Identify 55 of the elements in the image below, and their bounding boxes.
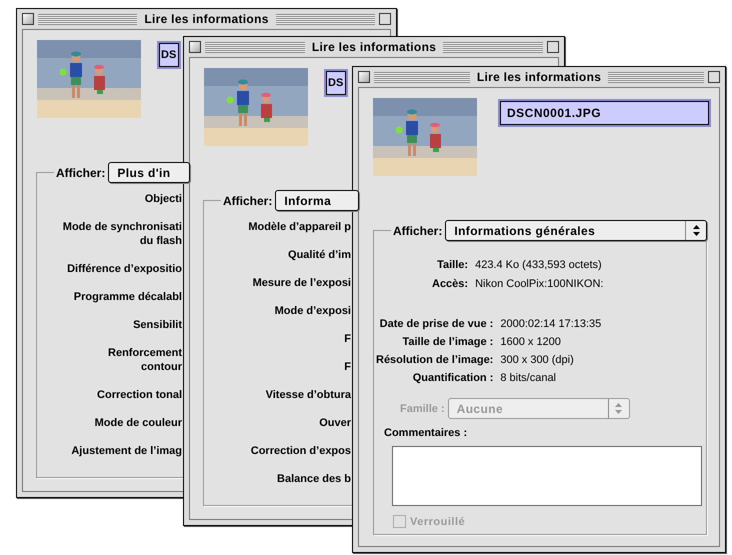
field-label: Résolution de l’image: bbox=[376, 354, 494, 366]
locked-label: Verrouillé bbox=[410, 516, 466, 528]
field-label: Modèle d’appareil p bbox=[247, 220, 352, 235]
field-value: Nikon CoolPix:100NIKON: bbox=[475, 278, 604, 290]
field-label: Ouver bbox=[318, 416, 352, 431]
field-label: Qualité d’im bbox=[287, 248, 352, 263]
display-label: Afficher: bbox=[54, 166, 108, 180]
up-down-arrows-icon bbox=[692, 225, 700, 236]
field-label: Objecti bbox=[144, 192, 183, 207]
field-label: Correction tonal bbox=[96, 388, 183, 403]
field-label: F bbox=[343, 360, 352, 375]
comments-field[interactable] bbox=[392, 446, 702, 506]
field-label: Mesure de l’exposi bbox=[252, 276, 352, 291]
field-label: Taille: bbox=[436, 258, 468, 270]
family-label: Famille : bbox=[400, 402, 445, 414]
field-label: Renforcement contour bbox=[107, 346, 183, 375]
field-label: Mode d’exposi bbox=[274, 304, 352, 319]
display-label: Afficher: bbox=[221, 194, 276, 208]
field-value: 2000:02:14 17:13:35 bbox=[500, 318, 602, 330]
field-label: Balance des b bbox=[276, 472, 352, 487]
field-label: Programme décalabl bbox=[72, 290, 183, 305]
display-popup[interactable]: Informa bbox=[275, 190, 359, 211]
field-label: Vitesse d’obtura bbox=[264, 388, 352, 403]
display-popup[interactable]: Informations générales bbox=[445, 220, 707, 241]
comments-label: Commentaires : bbox=[384, 427, 468, 439]
field-value: 300 x 300 (dpi) bbox=[500, 354, 575, 366]
filename-field[interactable]: DS bbox=[159, 43, 179, 67]
up-down-arrows-icon bbox=[615, 403, 622, 414]
field-label: Sensibilit bbox=[132, 318, 183, 333]
close-box[interactable] bbox=[358, 71, 370, 83]
field-label: Taille de l’image : bbox=[401, 336, 494, 348]
field-label: Ajustement de l’imag bbox=[70, 444, 183, 459]
display-label: Afficher: bbox=[391, 224, 446, 238]
field-value: 423.4 Ko (433,593 octets) bbox=[475, 258, 603, 270]
field-label: Différence d’expositio bbox=[66, 262, 183, 277]
close-box[interactable] bbox=[22, 13, 34, 25]
close-box[interactable] bbox=[189, 41, 201, 53]
field-value: 8 bits/canal bbox=[500, 372, 558, 384]
field-label: F bbox=[343, 332, 352, 347]
field-label: Mode de synchronisati du flash bbox=[62, 220, 183, 249]
field-value: 1600 x 1200 bbox=[500, 336, 562, 348]
collapse-box[interactable] bbox=[547, 41, 560, 53]
field-label: Mode de couleur bbox=[94, 416, 183, 431]
collapse-box[interactable] bbox=[379, 13, 392, 25]
collapse-box[interactable] bbox=[708, 71, 720, 83]
field-label: Accès: bbox=[432, 278, 468, 290]
window-title: Lire les informations bbox=[476, 70, 602, 84]
filename-field[interactable]: DSCN0001.JPG bbox=[500, 101, 709, 125]
filename-field[interactable]: DS bbox=[326, 71, 346, 95]
field-label: Date de prise de vue : bbox=[378, 318, 494, 330]
field-label: Quantification : bbox=[412, 372, 494, 384]
window-title: Lire les informations bbox=[143, 12, 270, 26]
window-title: Lire les informations bbox=[310, 40, 438, 54]
field-label: Correction d’expos bbox=[250, 444, 352, 459]
display-popup[interactable]: Plus d'in bbox=[108, 162, 190, 183]
